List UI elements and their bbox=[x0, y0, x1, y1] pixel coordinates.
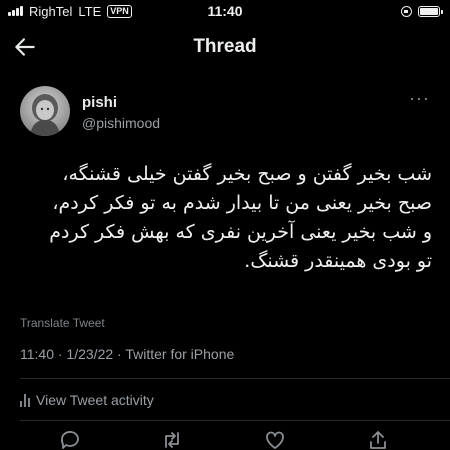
vpn-badge: VPN bbox=[107, 4, 132, 18]
reply-icon bbox=[60, 431, 79, 449]
signal-strength-icon bbox=[8, 6, 23, 16]
tweet-text: شب بخیر گفتن و صبح بخیر گفتن خیلی قشنگه،… bbox=[20, 160, 432, 276]
orientation-lock-icon bbox=[401, 5, 412, 17]
thread-screen: RighTel LTE VPN 11:40 Thread pishi @pish… bbox=[0, 0, 450, 450]
tweet-text-line: تو بودی همینقدر قشنگ. bbox=[244, 250, 432, 272]
status-bar-left: RighTel LTE VPN bbox=[0, 4, 132, 19]
like-button[interactable] bbox=[263, 428, 287, 450]
retweet-button[interactable] bbox=[160, 428, 184, 450]
divider bbox=[20, 420, 450, 421]
header: Thread bbox=[0, 28, 450, 66]
tweet-meta: 11:40 · 1/23/22 · Twitter for iPhone bbox=[20, 346, 235, 362]
retweet-icon bbox=[165, 432, 179, 448]
page-title: Thread bbox=[193, 36, 257, 57]
back-button[interactable] bbox=[12, 34, 38, 60]
status-bar-right bbox=[401, 5, 450, 17]
heart-icon bbox=[266, 431, 284, 449]
battery-icon bbox=[418, 5, 443, 17]
carrier-name: RighTel bbox=[29, 3, 73, 19]
bar-chart-icon bbox=[20, 393, 30, 407]
tweet-text-line: صبح بخیر یعنی من تا بیدار شدم به تو فکر … bbox=[52, 192, 432, 214]
more-options-button[interactable]: ··· bbox=[409, 89, 430, 107]
reply-button[interactable] bbox=[58, 428, 82, 450]
view-tweet-activity-button[interactable]: View Tweet activity bbox=[20, 392, 154, 408]
author-name[interactable]: pishi bbox=[82, 94, 117, 111]
divider bbox=[20, 378, 450, 379]
avatar[interactable] bbox=[20, 86, 70, 136]
translate-tweet-link[interactable]: Translate Tweet bbox=[20, 316, 105, 330]
tweet-text-line: شب بخیر گفتن و صبح بخیر گفتن خیلی قشنگه، bbox=[62, 163, 432, 185]
more-horizontal-icon: ··· bbox=[409, 88, 430, 108]
author-handle[interactable]: @pishimood bbox=[82, 115, 160, 131]
network-type: LTE bbox=[78, 3, 102, 19]
share-icon bbox=[370, 431, 386, 449]
arrow-left-icon bbox=[15, 38, 35, 56]
tweet-action-bar bbox=[0, 428, 450, 450]
status-bar: RighTel LTE VPN 11:40 bbox=[0, 0, 450, 22]
tweet-text-line: و شب بخیر یعنی آخرین نفری که بهش فکر کرد… bbox=[49, 221, 432, 243]
share-button[interactable] bbox=[366, 428, 390, 450]
activity-label: View Tweet activity bbox=[36, 392, 154, 408]
avatar-image bbox=[30, 94, 60, 136]
